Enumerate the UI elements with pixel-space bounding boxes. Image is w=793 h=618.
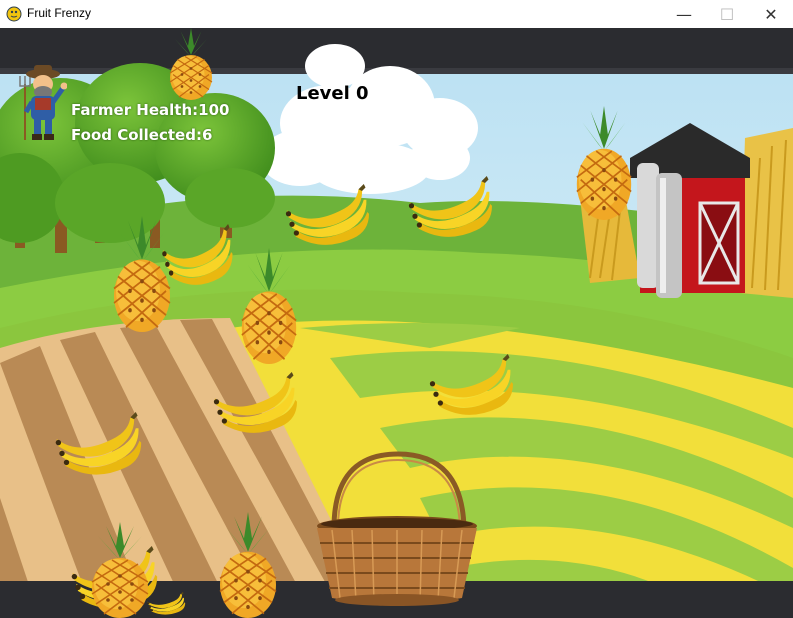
barn bbox=[630, 123, 750, 298]
pineapple-fruit bbox=[219, 512, 277, 618]
banana-fruit bbox=[55, 412, 142, 475]
basket-player[interactable] bbox=[312, 448, 482, 608]
maximize-button[interactable]: ☐ bbox=[704, 0, 750, 28]
game-canvas[interactable]: Farmer Health:100 Food Collected:6 Level… bbox=[0, 28, 793, 618]
close-icon: ✕ bbox=[764, 4, 778, 24]
farmer-icon bbox=[19, 65, 67, 140]
pygame-snake-icon bbox=[6, 6, 22, 22]
close-button[interactable]: ✕ bbox=[748, 0, 793, 28]
pineapple-fruit bbox=[91, 522, 149, 618]
maximize-icon: ☐ bbox=[719, 4, 735, 24]
minimize-button[interactable]: — bbox=[661, 0, 707, 28]
banana-fruit bbox=[408, 176, 492, 237]
minimize-icon: — bbox=[676, 4, 692, 24]
banana-fruit bbox=[162, 224, 233, 285]
level-label: Level 0 bbox=[296, 83, 369, 104]
banana-fruit bbox=[285, 184, 369, 245]
pineapple-fruit bbox=[240, 248, 298, 364]
pineapple-fruit bbox=[575, 106, 633, 220]
banana-fruit bbox=[213, 372, 297, 433]
banana-fruit bbox=[429, 354, 513, 415]
farmer-health-label: Farmer Health:100 bbox=[71, 101, 230, 119]
food-collected-label: Food Collected:6 bbox=[71, 126, 213, 144]
game-window: Fruit Frenzy — ☐ ✕ Farmer Health:100 Foo… bbox=[0, 0, 793, 618]
window-title: Fruit Frenzy bbox=[27, 6, 92, 20]
pineapple-fruit bbox=[169, 28, 213, 100]
title-bar[interactable]: Fruit Frenzy — ☐ ✕ bbox=[0, 0, 793, 28]
